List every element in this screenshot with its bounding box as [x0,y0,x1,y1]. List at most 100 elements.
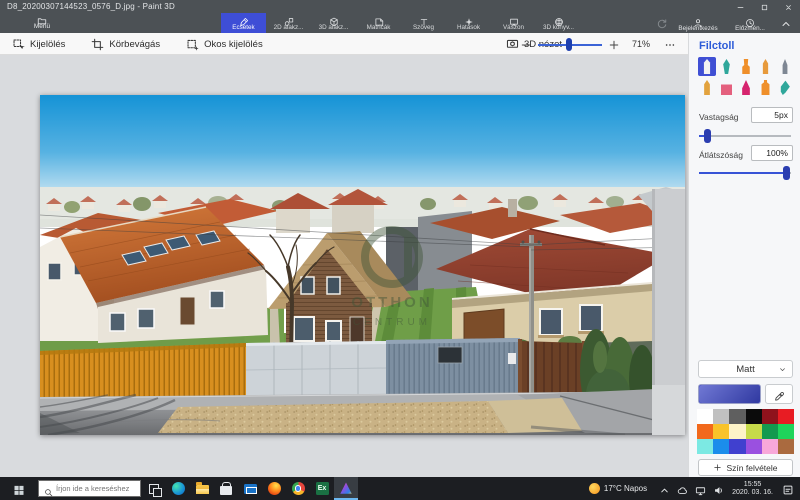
network-icon[interactable] [695,483,706,494]
brush-eraser[interactable] [718,78,736,97]
opacity-slider[interactable] [699,166,791,180]
person-icon [693,15,703,25]
task-view-icon[interactable] [142,477,166,500]
text-icon [419,14,429,24]
chevron-down-icon [778,365,787,374]
tab-ecsetek[interactable]: Ecsetek [221,13,266,33]
tab-sz-veg[interactable]: Szöveg [401,13,446,33]
file-explorer-icon[interactable] [190,477,214,500]
pencil-icon [702,80,713,95]
brush-pixel-pen[interactable] [776,57,794,76]
paint-3d-icon[interactable] [334,477,358,500]
sign-in-button[interactable]: Bejelentkezés [672,15,724,32]
weather-text[interactable]: 17°C Napos [604,484,647,493]
close-button[interactable] [776,0,800,14]
tab-2d-alakz[interactable]: 2D alakz... [266,13,311,33]
weather-sun-icon[interactable] [589,483,600,494]
crop-button[interactable]: Körbevágás [91,38,160,51]
right-blur [652,189,685,435]
palette-color-12[interactable] [697,439,713,454]
search-input[interactable] [56,484,140,493]
palette-color-11[interactable] [778,424,794,439]
palette-color-17[interactable] [778,439,794,454]
palette-color-10[interactable] [762,424,778,439]
palette-color-16[interactable] [762,439,778,454]
brush-marker[interactable] [698,57,716,76]
mail-icon[interactable] [238,477,262,500]
brush-calligraphy-pen[interactable] [718,57,736,76]
eraser-icon [721,80,732,95]
thickness-slider[interactable] [699,129,791,143]
current-color-swatch[interactable] [698,384,761,404]
select-button[interactable]: Kijelölés [12,38,65,51]
tab-matric-k[interactable]: Matricák [356,13,401,33]
brush-icon [239,14,249,24]
palette-color-9[interactable] [746,424,762,439]
palette-color-5[interactable] [778,409,794,424]
eyedropper-icon [774,389,785,400]
microsoft-store-icon[interactable] [214,477,238,500]
brush-pencil[interactable] [698,78,716,97]
watermark-text-1: OTTHON [351,294,432,311]
brush-spray-can[interactable] [757,78,775,97]
zoom-out-icon[interactable] [520,38,532,50]
tray-time: 15:55 [732,481,773,489]
chrome-icon[interactable] [286,477,310,500]
tab-hat-sok[interactable]: Hatások [446,13,491,33]
add-color-button[interactable]: Szín felvétele [698,459,793,476]
action-center-icon[interactable] [782,483,794,495]
brush-oil-brush[interactable] [737,57,755,76]
onedrive-cloud-icon[interactable] [677,483,688,494]
palette-color-8[interactable] [729,424,745,439]
palette-color-6[interactable] [697,424,713,439]
opacity-slider-handle[interactable] [783,166,790,180]
tray-chevron-up-icon[interactable] [659,483,670,494]
tab-3d-alakz[interactable]: 3D alakz... [311,13,356,33]
brush-crayon[interactable] [737,78,755,97]
taskbar: Ex 17°C Napos 15:55 2020. 03. 16. [0,477,800,500]
zoom-in-icon[interactable] [608,38,620,50]
ribbon-right: Bejelentkezés Előzmén... [652,13,796,33]
eyedropper-button[interactable] [765,384,793,404]
palette-color-7[interactable] [713,424,729,439]
palette-color-13[interactable] [713,439,729,454]
excel-icon[interactable]: Ex [310,477,334,500]
zoom-slider[interactable] [538,38,602,51]
edge-icon[interactable] [166,477,190,500]
firefox-icon[interactable] [262,477,286,500]
volume-icon[interactable] [713,483,724,494]
palette-color-15[interactable] [746,439,762,454]
palette-color-1[interactable] [713,409,729,424]
start-button[interactable] [0,477,38,500]
redo-icon[interactable] [656,17,668,29]
zoom-slider-handle[interactable] [566,38,572,51]
minimize-button[interactable] [728,0,752,14]
collapse-ribbon-icon[interactable] [780,17,792,29]
window-title: D8_20200307144523_0576_D.jpg - Paint 3D [7,2,175,11]
more-options-icon[interactable] [664,38,676,50]
opacity-input[interactable] [751,145,793,161]
history-button[interactable]: Előzmén... [724,15,776,32]
menu-button[interactable]: Menü [16,13,68,33]
photo-canvas[interactable]: OTTHON CENTRUM [40,95,685,435]
maximize-button[interactable] [752,0,776,14]
taskbar-search[interactable] [38,480,141,497]
palette-color-4[interactable] [762,409,778,424]
tab-3d-k-nyv[interactable]: 3D könyv... [536,13,581,33]
shapes-2d-icon [284,14,294,24]
thickness-slider-handle[interactable] [704,129,711,143]
palette-color-14[interactable] [729,439,745,454]
tab-v-szon[interactable]: Vászon [491,13,536,33]
zoom-value: 71% [632,39,650,49]
add-color-label: Szín felvétele [726,463,777,473]
clock[interactable]: 15:55 2020. 03. 16. [732,481,773,497]
finish-dropdown[interactable]: Matt [698,360,793,378]
magic-select-button[interactable]: Okos kijelölés [186,38,263,51]
thickness-input[interactable] [751,107,793,123]
palette-color-0[interactable] [697,409,713,424]
brush-fill-bucket[interactable] [776,78,794,97]
palette-color-3[interactable] [746,409,762,424]
palette-color-2[interactable] [729,409,745,424]
header: D8_20200307144523_0576_D.jpg - Paint 3D … [0,0,800,33]
brush-watercolour[interactable] [757,57,775,76]
